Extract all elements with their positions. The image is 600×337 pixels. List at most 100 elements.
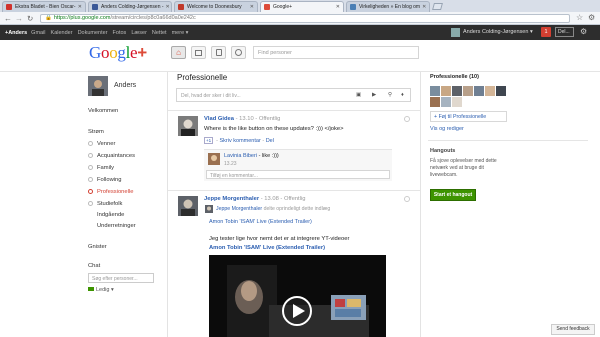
share-link[interactable]: Del: [266, 138, 274, 144]
comment-time[interactable]: 13.23: [224, 161, 237, 167]
circle-acquaintances[interactable]: Acquaintances: [88, 153, 135, 159]
close-tab-icon[interactable]: ✕: [76, 4, 82, 10]
back-icon[interactable]: ←: [4, 14, 12, 23]
post-author-avatar[interactable]: [178, 116, 198, 136]
video-link[interactable]: Amon Tobin 'ISAM' Live (Extended Trailer…: [209, 245, 325, 251]
nav-sparks[interactable]: Gnister: [88, 244, 107, 250]
wrench-menu-icon[interactable]: ⚙: [588, 13, 595, 22]
circle-following[interactable]: Following: [88, 177, 122, 183]
share-photo-icon[interactable]: ▣: [356, 92, 361, 98]
browser-toolbar: ← → ↻ 🔒 https://plus.google.com/stream/c…: [0, 12, 600, 25]
circle-members-title: Professionelle (10): [430, 74, 479, 80]
stream-title: Professionelle: [177, 73, 228, 82]
circle-icon: [88, 201, 93, 206]
post-menu-icon[interactable]: [404, 116, 410, 122]
post-author-avatar[interactable]: [178, 196, 198, 216]
browser-tab-strip: Ekstra Bladet - Bien Oscar- ✕ Anders Cold…: [0, 0, 600, 12]
gbar-calendar[interactable]: Kalender: [51, 30, 73, 36]
circle-venner[interactable]: Venner: [88, 141, 115, 147]
post-actions: +1- Skriv kommentar - Del: [204, 137, 274, 144]
comment-author[interactable]: Lavinia Biberi: [224, 153, 257, 159]
view-edit-link[interactable]: Vis og rediger: [430, 126, 464, 132]
nav-welcome[interactable]: Velkommen: [88, 108, 118, 114]
circle-professionelle[interactable]: Professionelle: [88, 189, 133, 195]
video-thumbnail[interactable]: [209, 255, 386, 337]
nav-stream[interactable]: Strøm: [88, 129, 104, 135]
add-to-circle-button[interactable]: + Føj til Professionelle: [430, 111, 507, 122]
post-time[interactable]: 13.08: [264, 196, 279, 202]
camera-icon: [88, 287, 94, 291]
nav-home-button[interactable]: ⌂: [171, 46, 186, 59]
find-people-input[interactable]: Find personer: [253, 46, 419, 59]
post-time[interactable]: 13.10: [239, 116, 254, 122]
circle-icon: [88, 165, 93, 170]
add-comment-input[interactable]: Tilføj en kommentar...: [206, 170, 390, 179]
commenter-avatar[interactable]: [208, 153, 220, 165]
tab-virkeligheden[interactable]: Virkeligheden » En blog om ✕: [346, 1, 430, 12]
gbar-plus-link[interactable]: +Anders: [5, 30, 27, 36]
send-feedback-button[interactable]: Send feedback: [551, 324, 595, 335]
reshare-avatar[interactable]: [205, 205, 213, 213]
post-text: Jeg tester lige hvor nemt det er at inte…: [209, 236, 350, 242]
tab-google-plus[interactable]: Google+ ✕: [260, 1, 344, 12]
tab-anders-facebook[interactable]: Anders Colding-Jørgensen - ✕: [88, 1, 172, 12]
video-title-link[interactable]: Amon Tobin 'ISAM' Live (Extended Trailer…: [209, 219, 312, 225]
chat-status[interactable]: Ledig ▾: [88, 287, 114, 293]
site-favicon-icon: [6, 4, 12, 10]
user-avatar[interactable]: [451, 28, 460, 37]
settings-gear-icon[interactable]: ⚙: [580, 27, 587, 36]
new-tab-button[interactable]: [432, 3, 443, 10]
address-bar[interactable]: 🔒 https://plus.google.com/stream/circles…: [40, 13, 570, 23]
forward-icon[interactable]: →: [15, 14, 23, 23]
tab-doonesbury[interactable]: Welcome to Doonesbury ✕: [174, 1, 258, 12]
close-tab-icon[interactable]: ✕: [164, 4, 170, 10]
gbar-web[interactable]: Nettet: [152, 30, 167, 36]
gbar-documents[interactable]: Dokumenter: [78, 30, 108, 36]
nav-incoming[interactable]: Indgående: [97, 212, 124, 218]
chat-search-input[interactable]: Søg efter personer...: [88, 273, 154, 283]
start-hangout-button[interactable]: Start et hangout: [430, 189, 476, 201]
plus-one-button[interactable]: +1: [204, 137, 214, 144]
reshare-author[interactable]: Jeppe Morgenthaler: [216, 206, 262, 212]
circle-studiefolk[interactable]: Studiefolk: [88, 201, 122, 207]
post-header: Jeppe Morgenthaler - 13.08 - Offentlig: [204, 196, 306, 202]
post-author-name[interactable]: Jeppe Morgenthaler: [204, 196, 259, 202]
gbar-photos[interactable]: Fotos: [113, 30, 127, 36]
post-visibility[interactable]: Offentlig: [284, 196, 305, 202]
gbar-username[interactable]: Anders Colding-Jørgensen ▾: [463, 29, 533, 35]
post-visibility[interactable]: Offentlig: [259, 116, 280, 122]
close-tab-icon[interactable]: ✕: [248, 4, 254, 10]
gbar-share-button[interactable]: Del...: [555, 27, 574, 37]
gbar-gmail[interactable]: Gmail: [31, 30, 45, 36]
circle-member-avatars[interactable]: [430, 86, 507, 108]
comment-link[interactable]: Skriv kommentar: [220, 138, 261, 144]
circle-family[interactable]: Family: [88, 165, 114, 171]
reload-icon[interactable]: ↻: [27, 14, 33, 23]
lock-icon: 🔒: [45, 15, 52, 22]
share-location-icon[interactable]: ♦: [401, 92, 404, 98]
nav-profile-button[interactable]: [211, 46, 226, 59]
nav-notifications[interactable]: Underretninger: [97, 223, 136, 229]
gbar-reader[interactable]: Læser: [131, 30, 147, 36]
bookmark-star-icon[interactable]: ☆: [576, 13, 583, 22]
nav-photos-button[interactable]: [191, 46, 206, 59]
post-author-name[interactable]: Vlad Gidea: [204, 116, 234, 122]
notification-count[interactable]: 1: [541, 27, 551, 37]
share-link-icon[interactable]: ⚲: [388, 92, 392, 98]
share-video-icon[interactable]: ▶: [372, 92, 376, 98]
close-tab-icon[interactable]: ✕: [420, 4, 426, 10]
comment-text: - like :))): [258, 153, 279, 159]
circles-icon: [235, 49, 242, 56]
circle-icon: [88, 153, 93, 158]
blog-favicon-icon: [350, 4, 356, 10]
gbar-more[interactable]: mere ▾: [172, 30, 189, 36]
divider: [168, 190, 420, 191]
nav-circles-button[interactable]: [231, 46, 246, 59]
close-tab-icon[interactable]: ✕: [334, 4, 340, 10]
profile-avatar[interactable]: [88, 76, 108, 96]
profile-name[interactable]: Anders: [114, 82, 136, 89]
google-plus-logo[interactable]: Google+: [89, 43, 147, 63]
tab-ekstra-bladet[interactable]: Ekstra Bladet - Bien Oscar- ✕: [2, 1, 86, 12]
hangouts-description: Få sjove oplevelser med dette netværk ve…: [430, 158, 497, 178]
post-menu-icon[interactable]: [404, 196, 410, 202]
